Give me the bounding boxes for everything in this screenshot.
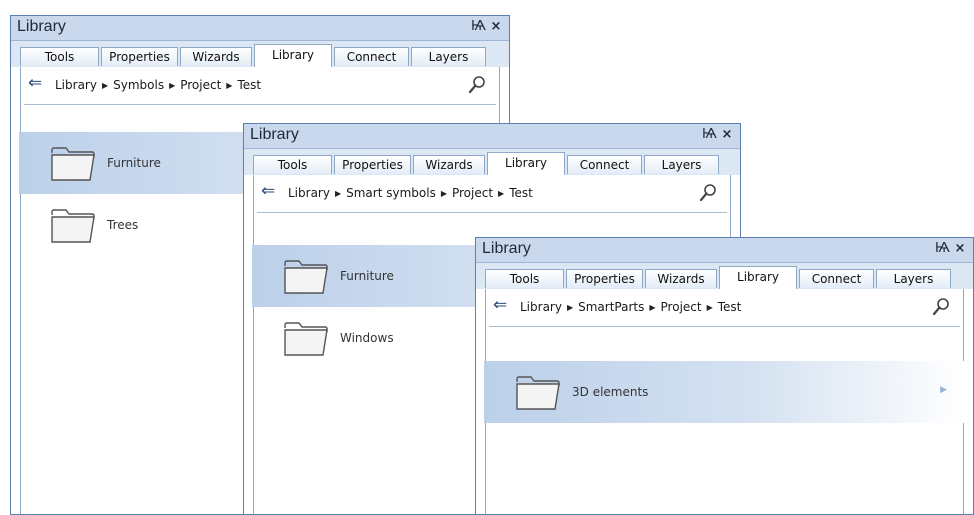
breadcrumb-item[interactable]: Project — [180, 78, 221, 92]
tab-layers[interactable]: Layers — [411, 47, 486, 66]
tab-tools[interactable]: Tools — [485, 269, 564, 288]
tab-strip: Tools Properties Wizards Library Connect… — [11, 41, 509, 67]
pin-icon[interactable]: Ѩ — [702, 128, 717, 142]
breadcrumb-item[interactable]: Project — [452, 186, 493, 200]
item-label: 3D elements — [572, 385, 649, 399]
breadcrumb-item[interactable]: Symbols — [113, 78, 164, 92]
tab-connect[interactable]: Connect — [567, 155, 642, 174]
back-arrow-icon[interactable]: ⇐ — [261, 181, 275, 201]
divider — [257, 212, 727, 213]
tab-wizards[interactable]: Wizards — [645, 269, 717, 288]
search-icon[interactable] — [467, 75, 487, 95]
tab-properties[interactable]: Properties — [566, 269, 643, 288]
tab-tools[interactable]: Tools — [20, 47, 99, 66]
triangle-right-icon: ▶ — [440, 189, 447, 198]
panel-title: Library — [250, 126, 299, 143]
panel-title: Library — [482, 240, 531, 257]
tab-properties[interactable]: Properties — [101, 47, 178, 66]
tab-layers[interactable]: Layers — [876, 269, 951, 288]
breadcrumb-item[interactable]: Test — [237, 78, 261, 92]
tab-connect[interactable]: Connect — [799, 269, 874, 288]
tab-wizards[interactable]: Wizards — [413, 155, 485, 174]
triangle-right-icon: ▶ — [334, 189, 342, 198]
search-icon[interactable] — [698, 183, 718, 203]
panel-titlebar[interactable]: Library Ѩ × — [11, 16, 509, 41]
tab-library[interactable]: Library — [719, 266, 797, 289]
folder-icon — [284, 260, 328, 294]
triangle-right-icon: ▶ — [649, 303, 656, 312]
breadcrumb: ⇐ Library ▶ Symbols ▶ Project ▶ Test — [21, 73, 499, 95]
triangle-right-icon: ▶ — [498, 189, 505, 198]
folder-icon — [284, 322, 328, 356]
breadcrumb-item[interactable]: Smart symbols — [346, 186, 436, 200]
breadcrumb: ⇐ Library ▶ SmartParts ▶ Project ▶ Test — [486, 295, 963, 317]
tab-connect[interactable]: Connect — [334, 47, 409, 66]
breadcrumb-item[interactable]: Project — [661, 300, 702, 314]
panel-titlebar[interactable]: Library Ѩ × — [476, 238, 973, 263]
tab-strip: Tools Properties Wizards Library Connect… — [476, 263, 973, 289]
folder-icon — [51, 147, 95, 181]
close-icon[interactable]: × — [489, 20, 503, 34]
breadcrumb-item[interactable]: Library — [520, 300, 562, 314]
pin-icon[interactable]: Ѩ — [935, 242, 950, 256]
pin-icon[interactable]: Ѩ — [471, 20, 486, 34]
tab-library[interactable]: Library — [487, 152, 565, 175]
triangle-right-icon: ▶ — [101, 81, 109, 90]
folder-icon — [51, 209, 95, 243]
breadcrumb-item[interactable]: Library — [288, 186, 330, 200]
tab-wizards[interactable]: Wizards — [180, 47, 252, 66]
panel-content: ⇐ Library ▶ SmartParts ▶ Project ▶ Test 3D ele… — [484, 289, 965, 514]
triangle-right-icon: ▶ — [706, 303, 713, 312]
breadcrumb-item[interactable]: Test — [718, 300, 742, 314]
tab-library[interactable]: Library — [254, 44, 332, 67]
panel-titlebar[interactable]: Library Ѩ × — [244, 124, 740, 149]
panel-title: Library — [17, 18, 66, 35]
item-label: Trees — [107, 218, 139, 232]
tab-properties[interactable]: Properties — [334, 155, 411, 174]
triangle-right-icon: ▶ — [169, 81, 176, 90]
library-panel-3: Library Ѩ × Tools Properties Wizards Lib… — [475, 237, 974, 515]
breadcrumb-item[interactable]: Test — [509, 186, 533, 200]
back-arrow-icon[interactable]: ⇐ — [28, 73, 42, 93]
tab-strip: Tools Properties Wizards Library Connect… — [244, 149, 740, 175]
divider — [24, 104, 496, 105]
close-icon[interactable]: × — [953, 242, 967, 256]
search-icon[interactable] — [931, 297, 951, 317]
tab-layers[interactable]: Layers — [644, 155, 719, 174]
breadcrumb-item[interactable]: SmartParts — [578, 300, 644, 314]
back-arrow-icon[interactable]: ⇐ — [493, 295, 507, 315]
item-label: Furniture — [340, 269, 394, 283]
item-label: Windows — [340, 331, 394, 345]
list-item[interactable]: 3D elements ▶ — [484, 361, 965, 423]
divider — [489, 326, 960, 327]
expand-arrow-icon[interactable]: ▶ — [940, 385, 947, 395]
folder-icon — [516, 376, 560, 410]
close-icon[interactable]: × — [720, 128, 734, 142]
breadcrumb-item[interactable]: Library — [55, 78, 97, 92]
triangle-right-icon: ▶ — [566, 303, 574, 312]
tab-tools[interactable]: Tools — [253, 155, 332, 174]
triangle-right-icon: ▶ — [226, 81, 233, 90]
breadcrumb: ⇐ Library ▶ Smart symbols ▶ Project ▶ Test — [254, 181, 730, 203]
item-label: Furniture — [107, 156, 161, 170]
